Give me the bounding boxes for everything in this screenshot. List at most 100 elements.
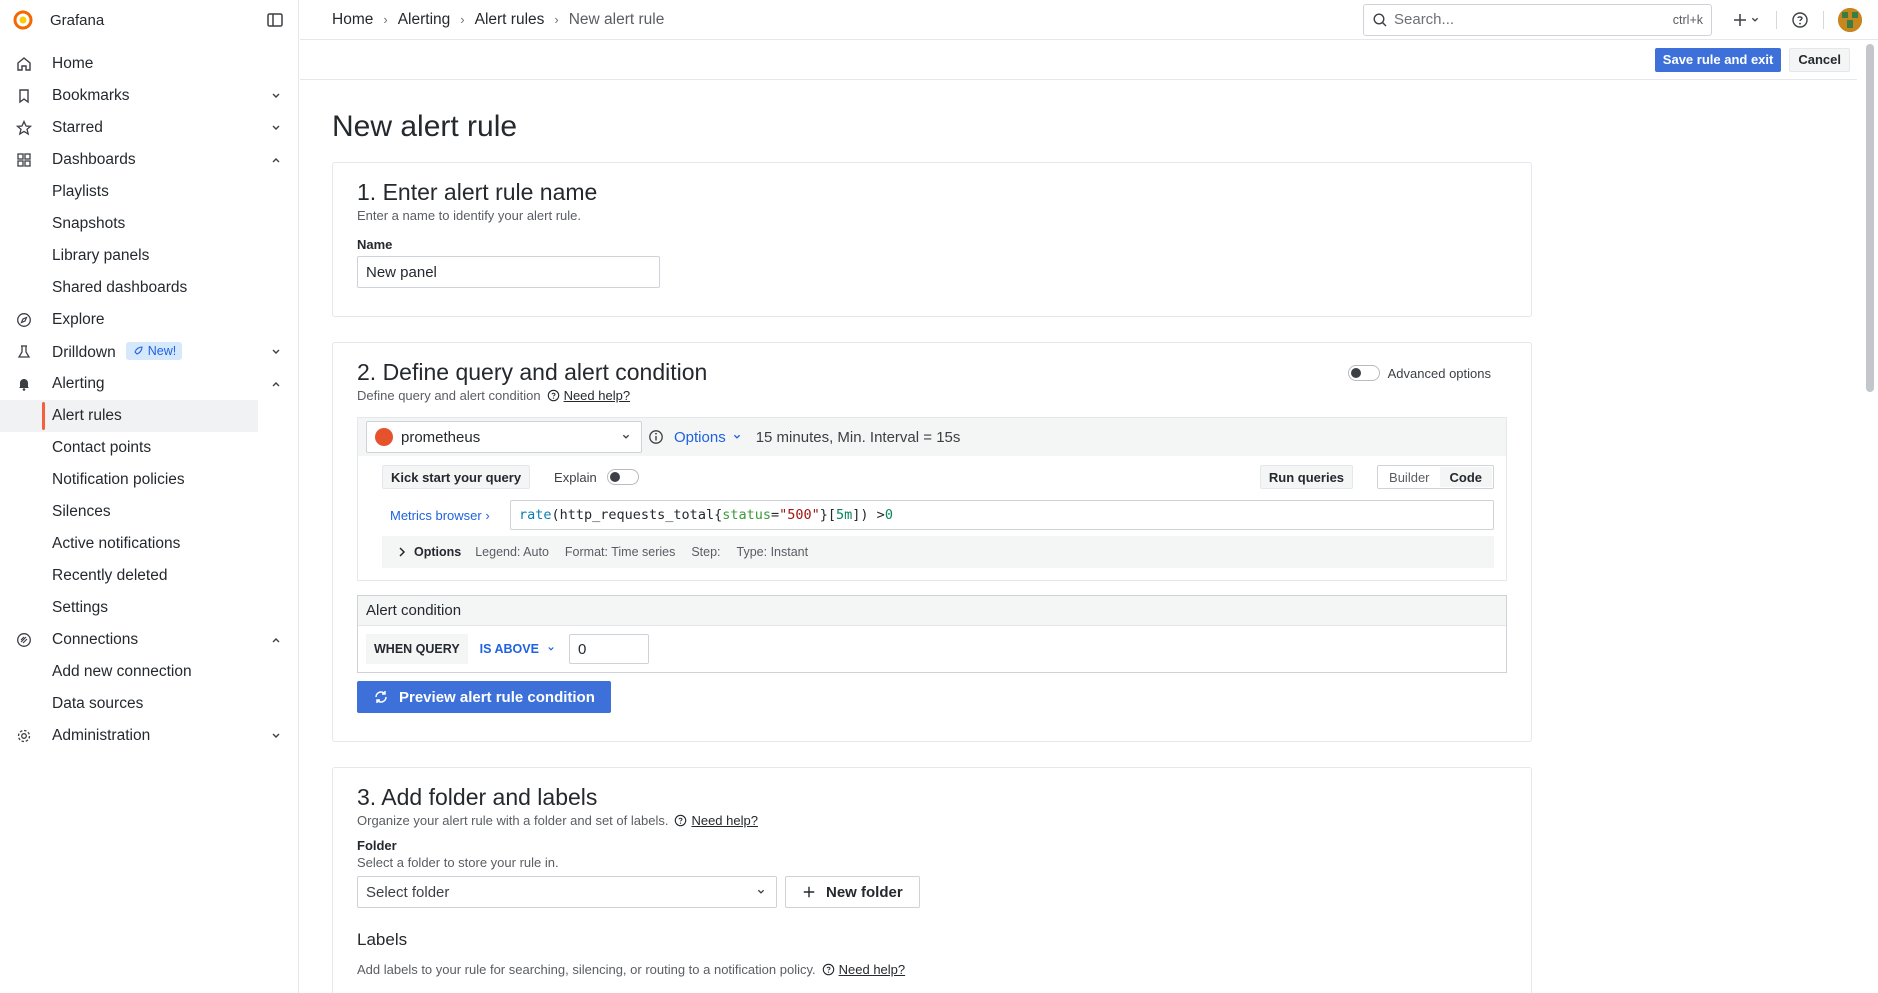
sidebar-item-label: Playlists bbox=[52, 183, 109, 200]
sidebar-item-connections[interactable]: Connections bbox=[0, 624, 298, 656]
operator-value: IS ABOVE bbox=[479, 642, 539, 656]
sidebar-item-label: Connections bbox=[52, 631, 139, 648]
sidebar-item-alerting[interactable]: Alerting bbox=[0, 368, 298, 400]
chevron-down-icon[interactable] bbox=[268, 728, 284, 744]
info-icon bbox=[547, 389, 559, 402]
sidebar-item-home[interactable]: Home bbox=[0, 48, 298, 80]
section-description-text: Organize your alert rule with a folder a… bbox=[357, 813, 669, 828]
breadcrumb-alert-rules[interactable]: Alert rules bbox=[475, 11, 545, 29]
chevron-down-icon bbox=[1751, 17, 1759, 22]
sidebar-item-recently-deleted[interactable]: Recently deleted bbox=[0, 560, 298, 592]
help-button[interactable] bbox=[1791, 11, 1809, 29]
bell-icon bbox=[14, 374, 34, 394]
sidebar-item-playlists[interactable]: Playlists bbox=[0, 176, 298, 208]
metrics-browser-button[interactable]: Metrics browser › bbox=[382, 508, 510, 523]
plus-icon bbox=[1734, 13, 1746, 26]
cancel-button[interactable]: Cancel bbox=[1789, 47, 1850, 72]
name-field[interactable]: New panel bbox=[357, 256, 660, 288]
chevron-up-icon[interactable] bbox=[268, 632, 284, 648]
sidebar-item-silences[interactable]: Silences bbox=[0, 496, 298, 528]
chevron-down-icon[interactable] bbox=[268, 344, 284, 360]
breadcrumb-home[interactable]: Home bbox=[332, 11, 373, 29]
folder-label: Folder bbox=[357, 838, 397, 853]
sidebar-item-label: Explore bbox=[52, 311, 105, 328]
step-option: Step: bbox=[691, 545, 721, 559]
query-editor: prometheus Options 15 minutes, Min. Inte… bbox=[357, 417, 1507, 581]
threshold-input[interactable]: 0 bbox=[568, 634, 649, 664]
sidebar-item-explore[interactable]: Explore bbox=[0, 304, 298, 336]
sidebar-item-library-panels[interactable]: Library panels bbox=[0, 240, 298, 272]
sidebar-item-add-new-connection[interactable]: Add new connection bbox=[0, 656, 298, 688]
explain-toggle[interactable] bbox=[606, 469, 639, 485]
preview-condition-button[interactable]: Preview alert rule condition bbox=[357, 681, 611, 713]
folder-select[interactable]: Select folder bbox=[357, 876, 777, 908]
breadcrumb-alerting[interactable]: Alerting bbox=[398, 11, 451, 29]
sidebar-item-label: Contact points bbox=[52, 439, 152, 456]
grafana-logo-icon[interactable] bbox=[12, 9, 34, 31]
run-queries-button[interactable]: Run queries bbox=[1259, 465, 1354, 489]
new-menu-button[interactable] bbox=[1732, 12, 1762, 28]
sidebar-item-administration[interactable]: Administration bbox=[0, 720, 298, 752]
labels-description-text: Add labels to your rule for searching, s… bbox=[357, 962, 816, 977]
link-icon bbox=[14, 630, 34, 650]
sidebar-item-dashboards[interactable]: Dashboards bbox=[0, 144, 298, 176]
sidebar-item-notification-policies[interactable]: Notification policies bbox=[0, 464, 298, 496]
datasource-picker[interactable]: prometheus bbox=[366, 421, 642, 453]
scrollbar[interactable] bbox=[1866, 44, 1874, 392]
sidebar-item-settings[interactable]: Settings bbox=[0, 592, 298, 624]
section-title: 1. Enter alert rule name bbox=[357, 179, 598, 205]
operator-select[interactable]: IS ABOVE bbox=[480, 642, 557, 656]
query-options-label: Options bbox=[674, 428, 726, 446]
sidebar-item-label: Shared dashboards bbox=[52, 279, 188, 296]
chevron-down-icon[interactable] bbox=[268, 88, 284, 104]
sidebar-item-data-sources[interactable]: Data sources bbox=[0, 688, 298, 720]
new-folder-button[interactable]: New folder bbox=[785, 876, 920, 908]
save-rule-and-exit-button[interactable]: Save rule and exit bbox=[1654, 47, 1782, 72]
sidebar-item-snapshots[interactable]: Snapshots bbox=[0, 208, 298, 240]
chevron-down-icon[interactable] bbox=[268, 120, 284, 136]
kick-start-button[interactable]: Kick start your query bbox=[382, 465, 531, 489]
name-value: New panel bbox=[366, 263, 437, 281]
sidebar-item-contact-points[interactable]: Contact points bbox=[0, 432, 298, 464]
section-title: 3. Add folder and labels bbox=[357, 784, 598, 810]
sidebar-item-shared-dashboards[interactable]: Shared dashboards bbox=[0, 272, 298, 304]
preview-label: Preview alert rule condition bbox=[399, 688, 595, 706]
sidebar-item-drilldown[interactable]: Drilldown New! bbox=[0, 336, 298, 368]
code-mode-button[interactable]: Code bbox=[1439, 467, 1492, 487]
sidebar-item-active-notifications[interactable]: Active notifications bbox=[0, 528, 298, 560]
dock-menu-icon[interactable] bbox=[266, 11, 284, 29]
builder-mode-button[interactable]: Builder bbox=[1379, 467, 1439, 487]
options-label: Options bbox=[414, 545, 462, 559]
sidebar-item-label: Alerting bbox=[52, 375, 105, 392]
query-toolbar: Kick start your query Explain Run querie… bbox=[382, 464, 1494, 490]
query-label: status bbox=[722, 507, 771, 523]
sidebar-item-bookmarks[interactable]: Bookmarks bbox=[0, 80, 298, 112]
chevron-up-icon[interactable] bbox=[268, 376, 284, 392]
toggle-switch[interactable] bbox=[1347, 365, 1380, 381]
search-icon bbox=[1372, 12, 1388, 28]
chevron-up-icon[interactable] bbox=[268, 152, 284, 168]
help-link-text[interactable]: Need help? bbox=[564, 388, 631, 403]
home-icon bbox=[14, 54, 34, 74]
help-link[interactable]: Need help? bbox=[674, 813, 758, 828]
sidebar-item-label: Starred bbox=[52, 119, 103, 136]
sidebar-item-alert-rules[interactable]: Alert rules bbox=[0, 400, 258, 432]
avatar[interactable] bbox=[1838, 7, 1862, 32]
sidebar-header: Grafana bbox=[0, 0, 298, 40]
help-link-text[interactable]: Need help? bbox=[691, 813, 758, 828]
search-input[interactable]: Search... ctrl+k bbox=[1363, 3, 1712, 36]
labels-description: Add labels to your rule for searching, s… bbox=[357, 962, 1507, 977]
help-link[interactable]: Need help? bbox=[822, 962, 906, 977]
query-options-row[interactable]: Options Legend: Auto Format: Time series… bbox=[382, 536, 1494, 568]
sidebar-item-label: Silences bbox=[52, 503, 111, 520]
new-badge: New! bbox=[125, 342, 183, 360]
labels-title: Labels bbox=[357, 930, 408, 949]
help-link[interactable]: Need help? bbox=[547, 388, 631, 403]
sidebar-item-starred[interactable]: Starred bbox=[0, 112, 298, 144]
query-fn: rate bbox=[519, 507, 552, 523]
help-link-text[interactable]: Need help? bbox=[839, 962, 906, 977]
query-code-input[interactable]: rate (http_requests_total{status = "500"}[5… bbox=[510, 500, 1494, 530]
query-options-button[interactable]: Options bbox=[674, 429, 744, 446]
search-placeholder: Search... bbox=[1394, 11, 1455, 28]
advanced-options-toggle[interactable]: Advanced options bbox=[1347, 365, 1491, 381]
